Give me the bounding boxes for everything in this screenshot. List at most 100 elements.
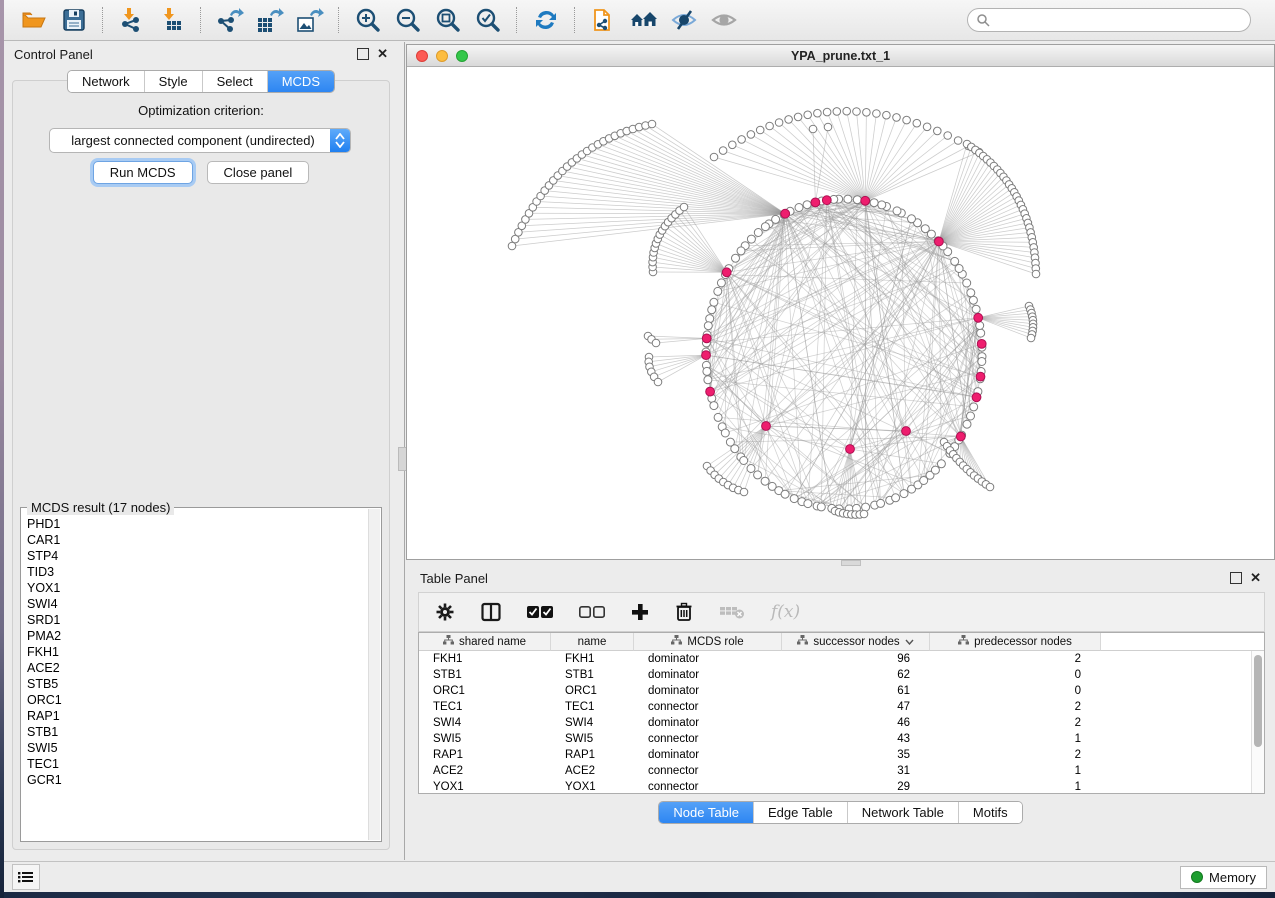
mcds-result-item[interactable]: YOX1 [27,580,367,596]
import-network-icon[interactable] [117,6,147,34]
table-cell[interactable]: 47 [782,701,930,713]
tab-edge-table[interactable]: Edge Table [754,802,848,823]
table-cell[interactable]: 96 [782,653,930,665]
column-header-MCDS-role[interactable]: MCDS role [634,633,782,651]
table-cell[interactable]: connector [634,733,782,745]
delete-icon[interactable] [675,602,693,622]
table-cell[interactable]: ACE2 [419,765,551,777]
mcds-result-item[interactable]: ACE2 [27,660,367,676]
table-body[interactable]: FKH1FKH1dominator962STB1STB1dominator620… [419,651,1252,793]
memory-button[interactable]: Memory [1180,866,1267,889]
tab-motifs[interactable]: Motifs [959,802,1022,823]
table-cell[interactable]: connector [634,765,782,777]
table-cell[interactable]: SWI5 [551,733,634,745]
table-cell[interactable]: dominator [634,653,782,665]
tab-network[interactable]: Network [68,71,145,92]
mcds-result-item[interactable]: SRD1 [27,612,367,628]
mcds-result-list[interactable]: PHD1CAR1STP4TID3YOX1SWI4SRD1PMA2FKH1ACE2… [27,516,367,839]
search-box[interactable] [967,8,1251,32]
float-panel-icon[interactable] [357,48,369,60]
run-mcds-button[interactable]: Run MCDS [93,161,193,184]
column-header-successor-nodes[interactable]: successor nodes [782,633,930,651]
mcds-result-item[interactable]: CAR1 [27,532,367,548]
table-cell[interactable]: dominator [634,685,782,697]
column-header-name[interactable]: name [551,633,634,651]
table-cell[interactable]: 0 [930,669,1101,681]
zoom-in-icon[interactable] [353,6,383,34]
table-cell[interactable]: TEC1 [551,701,634,713]
optimization-criterion-select[interactable]: largest connected component (undirected) [49,128,351,153]
mcds-result-item[interactable]: PMA2 [27,628,367,644]
zoom-selected-icon[interactable] [473,6,503,34]
table-row[interactable]: YOX1YOX1connector291 [419,779,1252,794]
network-graph-canvas[interactable] [407,66,1274,558]
column-view-icon[interactable] [481,602,501,622]
table-cell[interactable]: 61 [782,685,930,697]
table-cell[interactable]: SWI5 [419,733,551,745]
table-cell[interactable]: 0 [930,685,1101,697]
column-header-shared-name[interactable]: shared name [419,633,551,651]
mcds-result-item[interactable]: STB1 [27,724,367,740]
table-cell[interactable]: YOX1 [419,781,551,793]
export-table-icon[interactable] [255,6,285,34]
zoom-fit-icon[interactable] [433,6,463,34]
table-row[interactable]: SWI4SWI4dominator462 [419,715,1252,731]
table-cell[interactable]: ACE2 [551,765,634,777]
table-cell[interactable]: 2 [930,717,1101,729]
import-table-icon[interactable] [157,6,187,34]
table-cell[interactable]: 46 [782,717,930,729]
close-panel-icon[interactable]: ✕ [377,49,388,59]
table-row[interactable]: ORC1ORC1dominator610 [419,683,1252,699]
table-cell[interactable]: dominator [634,669,782,681]
table-cell[interactable]: connector [634,701,782,713]
table-cell[interactable]: 1 [930,781,1101,793]
table-scrollbar[interactable] [1251,651,1264,793]
table-cell[interactable]: SWI4 [551,717,634,729]
open-folder-icon[interactable] [19,6,49,34]
table-cell[interactable]: 2 [930,653,1101,665]
tab-node-table[interactable]: Node Table [659,802,754,823]
table-row[interactable]: SWI5SWI5connector431 [419,731,1252,747]
export-network-icon[interactable] [215,6,245,34]
select-all-icon[interactable] [527,605,553,619]
mcds-result-item[interactable]: ORC1 [27,692,367,708]
close-panel-icon[interactable]: ✕ [1250,573,1261,583]
refresh-icon[interactable] [531,6,561,34]
table-cell[interactable]: 62 [782,669,930,681]
share-document-icon[interactable] [589,6,619,34]
homes-icon[interactable] [629,6,659,34]
hide-eye-icon[interactable] [669,6,699,34]
close-panel-button[interactable]: Close panel [207,161,310,184]
mcds-result-item[interactable]: FKH1 [27,644,367,660]
table-cell[interactable]: ORC1 [419,685,551,697]
table-row[interactable]: RAP1RAP1dominator352 [419,747,1252,763]
table-row[interactable]: ACE2ACE2connector311 [419,763,1252,779]
table-cell[interactable]: connector [634,781,782,793]
table-cell[interactable]: SWI4 [419,717,551,729]
mcds-result-item[interactable]: STB5 [27,676,367,692]
table-row[interactable]: FKH1FKH1dominator962 [419,651,1252,667]
table-cell[interactable]: 43 [782,733,930,745]
table-cell[interactable]: dominator [634,717,782,729]
mcds-result-item[interactable]: TID3 [27,564,367,580]
column-header-predecessor-nodes[interactable]: predecessor nodes [930,633,1101,651]
mcds-result-item[interactable]: SWI4 [27,596,367,612]
table-cell[interactable]: TEC1 [419,701,551,713]
table-scrollbar-thumb[interactable] [1254,655,1262,747]
vertical-splitter[interactable] [398,42,406,860]
tab-network-table[interactable]: Network Table [848,802,959,823]
mcds-result-item[interactable]: SWI5 [27,740,367,756]
mcds-result-item[interactable]: PHD1 [27,516,367,532]
table-cell[interactable]: 1 [930,733,1101,745]
table-cell[interactable]: dominator [634,749,782,761]
task-history-button[interactable] [12,864,40,890]
table-cell[interactable]: STB1 [419,669,551,681]
tab-select[interactable]: Select [203,71,268,92]
table-cell[interactable]: YOX1 [551,781,634,793]
table-cell[interactable]: 31 [782,765,930,777]
table-cell[interactable]: ORC1 [551,685,634,697]
table-cell[interactable]: RAP1 [551,749,634,761]
deselect-all-icon[interactable] [579,605,605,619]
tab-style[interactable]: Style [145,71,203,92]
table-cell[interactable]: 35 [782,749,930,761]
